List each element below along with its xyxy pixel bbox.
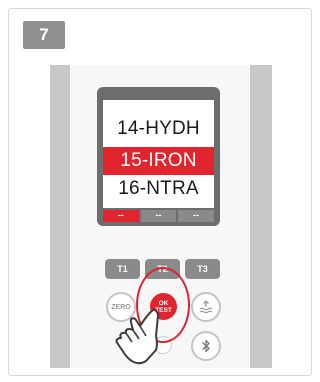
softkey-2: -- [140, 210, 177, 222]
softkey-3: -- [178, 210, 215, 222]
bluetooth-button[interactable] [191, 331, 221, 361]
t1-button[interactable]: T1 [105, 259, 140, 279]
menu-item-ntra: 16-NTRA [118, 178, 199, 199]
device-left-rail [50, 65, 70, 368]
step-number-badge: 7 [23, 21, 65, 49]
water-level-icon [199, 300, 213, 314]
t3-button[interactable]: T3 [185, 259, 220, 279]
display-screen: 14-HYDH 15-IRON 16-NTRA [103, 100, 214, 208]
water-level-button[interactable] [191, 292, 221, 322]
softkey-bar: -- -- -- [103, 210, 215, 222]
menu-item-iron-selected: 15-IRON [103, 147, 214, 175]
menu-item-hydh: 14-HYDH [117, 118, 200, 139]
hand-pointer-icon [115, 308, 159, 365]
bluetooth-icon [202, 339, 210, 353]
device-right-rail [250, 65, 272, 368]
softkey-1: -- [103, 210, 139, 222]
